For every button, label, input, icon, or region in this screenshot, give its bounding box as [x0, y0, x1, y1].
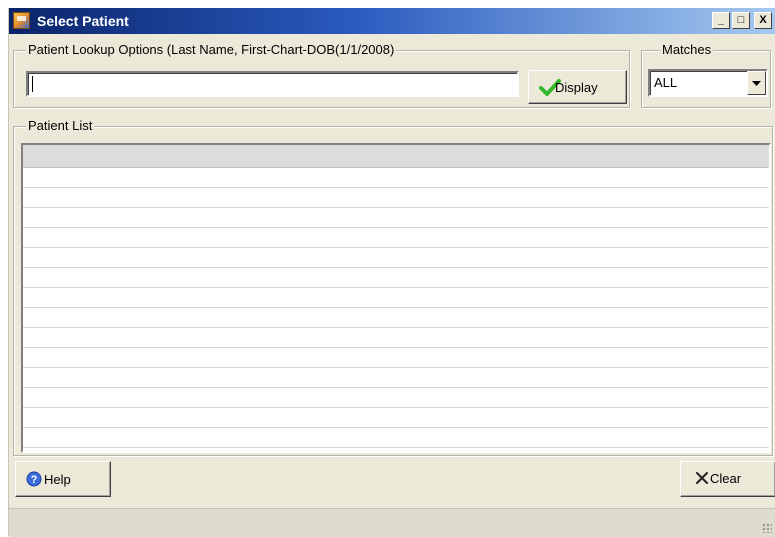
maximize-button[interactable]: □ [732, 12, 750, 29]
clear-button-label: Clear [710, 471, 742, 486]
lookup-options-group: Patient Lookup Options (Last Name, First… [13, 42, 630, 108]
patient-search-input[interactable] [26, 71, 519, 97]
matches-group: Matches ALL [641, 42, 771, 108]
resize-grip-icon[interactable] [762, 523, 772, 533]
app-icon [13, 12, 30, 29]
display-button[interactable]: Display [528, 70, 627, 104]
window-title: Select Patient [37, 13, 129, 29]
status-bar [9, 508, 775, 537]
minimize-button[interactable]: _ [712, 12, 730, 29]
matches-selected-value: ALL [654, 75, 678, 90]
patient-list-rows [23, 168, 769, 451]
matches-legend: Matches [660, 42, 714, 57]
x-icon [696, 472, 708, 484]
help-button[interactable]: ? Help [15, 461, 111, 497]
matches-select[interactable]: ALL [648, 69, 768, 97]
chevron-down-icon [752, 81, 761, 86]
clear-button[interactable]: Clear [680, 461, 775, 497]
close-button[interactable]: X [754, 12, 772, 29]
title-bar[interactable]: Select Patient _ □ X [9, 8, 775, 34]
patient-list-header [23, 145, 769, 168]
patient-list[interactable] [21, 143, 771, 453]
help-question-icon: ? [26, 471, 42, 487]
display-button-label: Display [555, 80, 598, 95]
dropdown-arrow-button[interactable] [747, 71, 766, 95]
patient-list-legend: Patient List [26, 118, 95, 133]
lookup-options-legend: Patient Lookup Options (Last Name, First… [26, 42, 397, 57]
select-patient-window: Select Patient _ □ X Patient Lookup Opti… [8, 8, 775, 537]
text-caret [32, 76, 33, 92]
svg-text:?: ? [31, 474, 38, 486]
help-button-label: Help [44, 472, 71, 487]
